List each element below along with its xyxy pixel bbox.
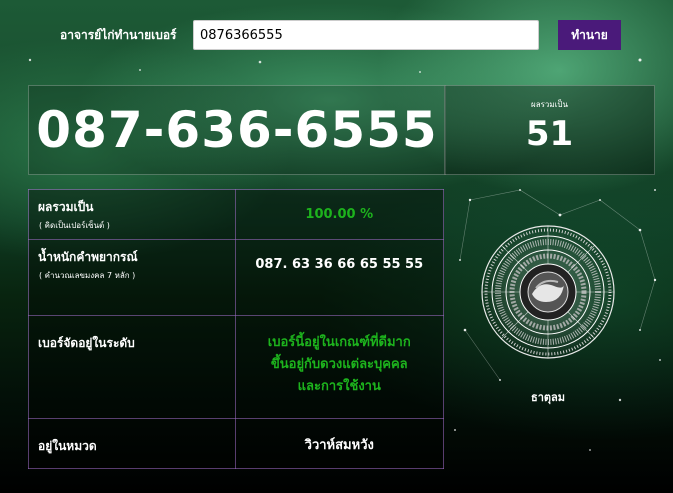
- table-row: ผลรวมเป็น ( คิดเป็นเปอร์เซ็นต์ ) 100.00 …: [28, 189, 445, 240]
- app-title-label: อาจารย์ไก่ทำนายเบอร์: [60, 28, 177, 42]
- phone-number-input[interactable]: [193, 20, 539, 50]
- row-label-level: เบอร์จัดอยู่ในระดับ: [38, 336, 135, 350]
- row-sub-weight: ( คำนวณเลขมงคล 7 หลัก ): [39, 271, 136, 280]
- result-table: ผลรวมเป็น ( คิดเป็นเปอร์เซ็นต์ ) 100.00 …: [28, 189, 445, 469]
- sum-label: ผลรวมเป็น: [531, 100, 568, 109]
- level-line-1: เบอร์นี้อยู่ในเกณฑ์ที่ดีมาก: [267, 335, 411, 350]
- table-row: น้ำหนักคำพยากรณ์ ( คำนวณเลขมงคล 7 หลัก )…: [28, 239, 445, 316]
- weight-value: 087. 63 36 66 65 55 55: [255, 257, 424, 272]
- row-sub-sum: ( คิดเป็นเปอร์เซ็นต์ ): [39, 221, 110, 230]
- level-line-3: และการใช้งาน: [297, 379, 381, 394]
- predict-button[interactable]: ทำนาย: [558, 20, 621, 50]
- row-label-category: อยู่ในหมวด: [38, 439, 97, 453]
- level-line-2: ขึ้นอยู่กับดวงแต่ละบุคคล: [270, 357, 408, 372]
- element-caption: ธาตุลม: [530, 391, 566, 404]
- table-row: อยู่ในหมวด วิวาห์สมหวัง: [28, 418, 445, 469]
- sum-panel: ผลรวมเป็น 51: [444, 85, 655, 175]
- sum-value: 51: [525, 114, 574, 154]
- row-label-sum: ผลรวมเป็น: [38, 200, 94, 214]
- row-label-weight: น้ำหนักคำพยากรณ์: [38, 250, 138, 264]
- percent-value: 100.00 %: [305, 207, 374, 222]
- zodiac-wheel-icon: [480, 224, 616, 360]
- table-row: เบอร์จัดอยู่ในระดับ เบอร์นี้อยู่ในเกณฑ์ท…: [28, 315, 445, 419]
- phone-number-display: 087-636-6555: [28, 85, 446, 175]
- category-value: วิวาห์สมหวัง: [304, 438, 374, 453]
- phone-number-text: 087-636-6555: [36, 101, 438, 159]
